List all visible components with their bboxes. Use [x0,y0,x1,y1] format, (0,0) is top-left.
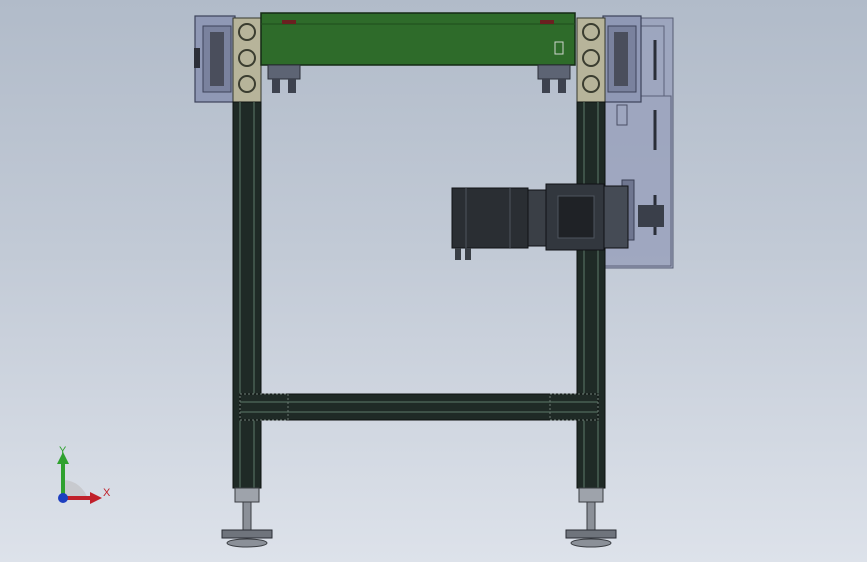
right-end-plate [576,17,606,103]
right-drive-housing[interactable] [602,15,642,103]
graphics-viewport[interactable]: Y X [0,0,867,562]
left-leg[interactable] [232,101,262,489]
conveyor-model[interactable] [0,0,867,562]
left-foot[interactable] [221,487,273,548]
belt-clamp-right [537,64,571,93]
y-axis-label: Y [59,445,67,457]
gear-motor[interactable] [451,183,629,260]
left-drive-housing[interactable] [194,15,236,103]
right-leg[interactable] [576,101,606,489]
conveyor-belt[interactable] [260,12,576,66]
z-axis-dot [58,493,68,503]
right-foot[interactable] [565,487,617,548]
left-end-plate [232,17,262,103]
cross-beam[interactable] [239,393,599,421]
belt-clamp-left [267,64,301,93]
x-axis-label: X [103,487,111,499]
view-orientation-triad: Y X [57,445,111,504]
